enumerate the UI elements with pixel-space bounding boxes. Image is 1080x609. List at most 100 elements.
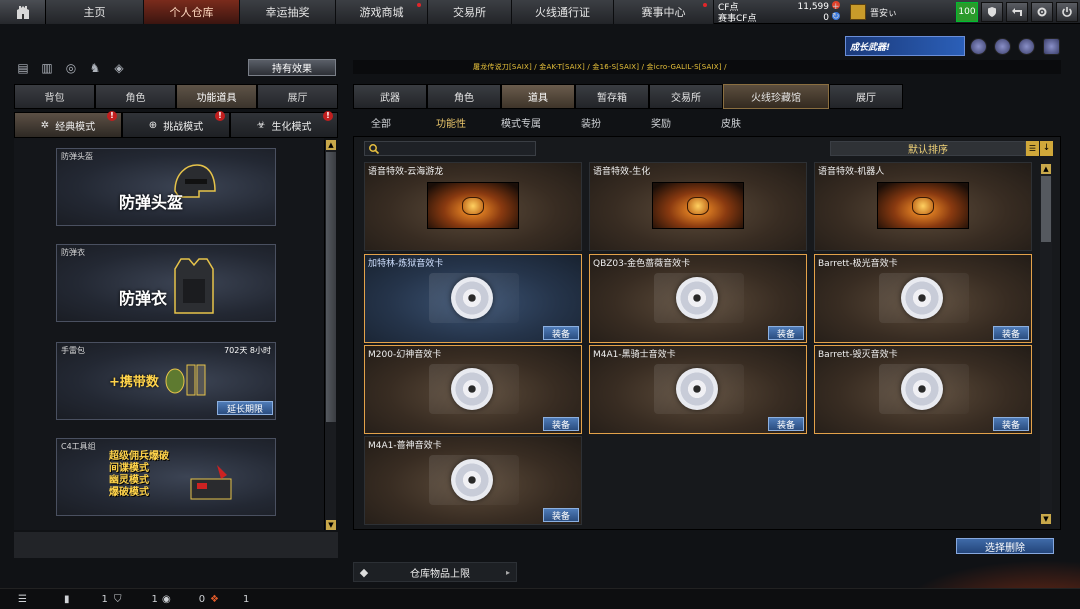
item-card[interactable]: Barrett-毁灭音效卡 装备 — [814, 345, 1032, 434]
cf-value: 11,599 — [797, 2, 830, 12]
tab-collection[interactable]: 火线珍藏馆 — [723, 84, 829, 109]
scroll-down-icon[interactable]: ▼ — [326, 520, 336, 530]
tab-showroom[interactable]: 展厅 — [257, 84, 338, 109]
tab-backpack[interactable]: 背包 — [14, 84, 95, 109]
equip-button[interactable]: 装备 — [993, 326, 1029, 340]
emblem-icon[interactable] — [1018, 38, 1035, 55]
warehouse-limit-button[interactable]: ◆ 仓库物品上限 ▸ — [353, 562, 517, 582]
equip-button[interactable]: 装备 — [543, 326, 579, 340]
user-profile[interactable]: 晋安ぃ — [850, 2, 946, 22]
nav-tab-events[interactable]: 赛事中心 — [614, 0, 714, 24]
emblem-icon[interactable] — [970, 38, 987, 55]
nav-tab-exchange[interactable]: 交易所 — [428, 0, 512, 24]
tab-zombie-mode[interactable]: ☣ 生化模式 ! — [230, 111, 338, 138]
castle-icon — [16, 6, 29, 19]
held-effects-button[interactable]: 持有效果 — [248, 59, 336, 76]
tab-challenge-mode[interactable]: ⊕ 挑战模式 ! — [122, 111, 230, 138]
subtab-mode-exclusive[interactable]: 模式专属 — [493, 115, 549, 130]
tab-weapons[interactable]: 武器 — [353, 84, 427, 109]
item-card[interactable]: 语音特效-生化 — [589, 162, 807, 251]
extend-duration-button[interactable]: 延长期限 — [217, 401, 273, 415]
subtab-skins[interactable]: 皮肤 — [703, 115, 759, 130]
item-card[interactable]: M4A1-蔷神音效卡 装备 — [364, 436, 582, 525]
scroll-up-icon[interactable]: ▲ — [326, 140, 336, 150]
tab-showroom[interactable]: 展厅 — [829, 84, 903, 109]
left-scrollbar[interactable]: ▲ ▼ — [324, 140, 336, 530]
emblem-icon[interactable] — [1043, 38, 1060, 55]
item-card-vest[interactable]: 防弹衣 防弹衣 — [56, 244, 276, 322]
sort-select[interactable]: 默认排序 — [830, 141, 1026, 156]
tab-character[interactable]: 角色 — [95, 84, 176, 109]
gift-counter[interactable]: ❖ 1 — [210, 592, 249, 607]
list-view-icon[interactable]: ☰ — [1026, 141, 1039, 156]
scrollbar-thumb[interactable] — [326, 152, 336, 422]
stats-icon[interactable]: ▤ — [14, 59, 32, 77]
grenade-icon — [165, 364, 206, 396]
item-card[interactable]: 语音特效-机器人 — [814, 162, 1032, 251]
back-icon[interactable] — [1006, 2, 1028, 22]
gift-count: 1 — [242, 594, 250, 605]
notification-dot — [417, 3, 421, 7]
item-title: 加特林-炼狱音效卡 — [368, 259, 444, 269]
left-footer-bar — [14, 532, 338, 558]
disc-icon — [901, 368, 943, 410]
nav-tab-warehouse[interactable]: 个人仓库 — [144, 0, 240, 24]
search-input[interactable] — [364, 141, 536, 156]
scroll-down-icon[interactable]: ▼ — [1041, 514, 1051, 524]
item-card[interactable]: QBZ03-金色蔷薇音效卡 装备 — [589, 254, 807, 343]
subtab-all[interactable]: 全部 — [353, 115, 409, 130]
tab-storage[interactable]: 暂存箱 — [575, 84, 649, 109]
nav-tab-pass[interactable]: 火线通行证 — [512, 0, 614, 24]
subtab-functional[interactable]: 功能性 — [423, 115, 479, 130]
item-card-c4-kit[interactable]: C4工具组 超级佣兵爆破 间谍模式 幽灵模式 爆破模式 — [56, 438, 276, 516]
grid-scrollbar[interactable]: ▲ ▼ — [1040, 164, 1052, 524]
gear-icon[interactable] — [1031, 2, 1053, 22]
chat-counter[interactable]: ◉ 0 — [162, 592, 205, 607]
tab-function-items[interactable]: 功能道具 — [176, 84, 257, 109]
select-delete-button[interactable]: 选择删除 — [956, 538, 1054, 554]
item-card[interactable]: M200-幻神音效卡 装备 — [364, 345, 582, 434]
power-icon[interactable] — [1056, 2, 1078, 22]
item-card-grenade-pack[interactable]: 手雷包 702天 8小时 +携带数 延长期限 — [56, 342, 276, 420]
item-card[interactable]: M4A1-黑骑士音效卡 装备 — [589, 345, 807, 434]
equip-button[interactable]: 装备 — [543, 417, 579, 431]
emblem-icon[interactable] — [994, 38, 1011, 55]
mouse-icon[interactable]: ◈ — [110, 59, 128, 77]
scroll-up-icon[interactable]: ▲ — [1041, 164, 1051, 174]
item-big-label: 防弹头盔 — [119, 193, 184, 212]
nav-tab-label: 赛事中心 — [641, 6, 686, 19]
nav-tab-label: 幸运抽奖 — [265, 6, 310, 19]
character-icon[interactable]: ♞ — [86, 59, 104, 77]
home-button[interactable] — [0, 0, 46, 24]
refresh-icon[interactable]: ↻ — [832, 12, 840, 22]
friends-counter[interactable]: ▮ 1 — [64, 592, 108, 607]
nav-tab-home[interactable]: 主页 — [46, 0, 144, 24]
shield-icon[interactable] — [981, 2, 1003, 22]
sort-direction-icon[interactable]: ↓ — [1040, 141, 1053, 156]
menu-icon[interactable]: ☰ — [18, 592, 27, 607]
c4-mode-line: 间谍模式 — [109, 463, 149, 474]
tab-classic-mode[interactable]: ✲ 经典模式 ! — [14, 111, 122, 138]
add-currency-icon[interactable]: + — [832, 2, 840, 12]
equip-button[interactable]: 装备 — [768, 326, 804, 340]
item-card-helmet[interactable]: 防弹头盔 防弹头盔 — [56, 148, 276, 226]
subcategory-tabs: 全部 功能性 模式专属 装扮 奖励 皮肤 — [353, 112, 1061, 132]
nav-tab-store[interactable]: 游戏商城 — [336, 0, 428, 24]
nav-tab-lottery[interactable]: 幸运抽奖 — [240, 0, 336, 24]
tab-characters[interactable]: 角色 — [427, 84, 501, 109]
tab-exchange[interactable]: 交易所 — [649, 84, 723, 109]
scrollbar-thumb[interactable] — [1041, 176, 1051, 242]
equip-button[interactable]: 装备 — [543, 508, 579, 522]
chart-icon[interactable]: ▥ — [38, 59, 56, 77]
subtab-rewards[interactable]: 奖励 — [633, 115, 689, 130]
item-card[interactable]: 语音特效-云海游龙 — [364, 162, 582, 251]
growth-weapon-banner[interactable]: 成长武器! — [845, 36, 965, 56]
cycle-icon[interactable]: ◎ — [62, 59, 80, 77]
equip-button[interactable]: 装备 — [993, 417, 1029, 431]
equip-button[interactable]: 装备 — [768, 417, 804, 431]
item-card[interactable]: Barrett-极光音效卡 装备 — [814, 254, 1032, 343]
clan-counter[interactable]: ⛉ 1 — [114, 592, 158, 607]
tab-items[interactable]: 道具 — [501, 84, 575, 109]
item-card-selected[interactable]: 加特林-炼狱音效卡 装备 — [364, 254, 582, 343]
subtab-outfit[interactable]: 装扮 — [563, 115, 619, 130]
